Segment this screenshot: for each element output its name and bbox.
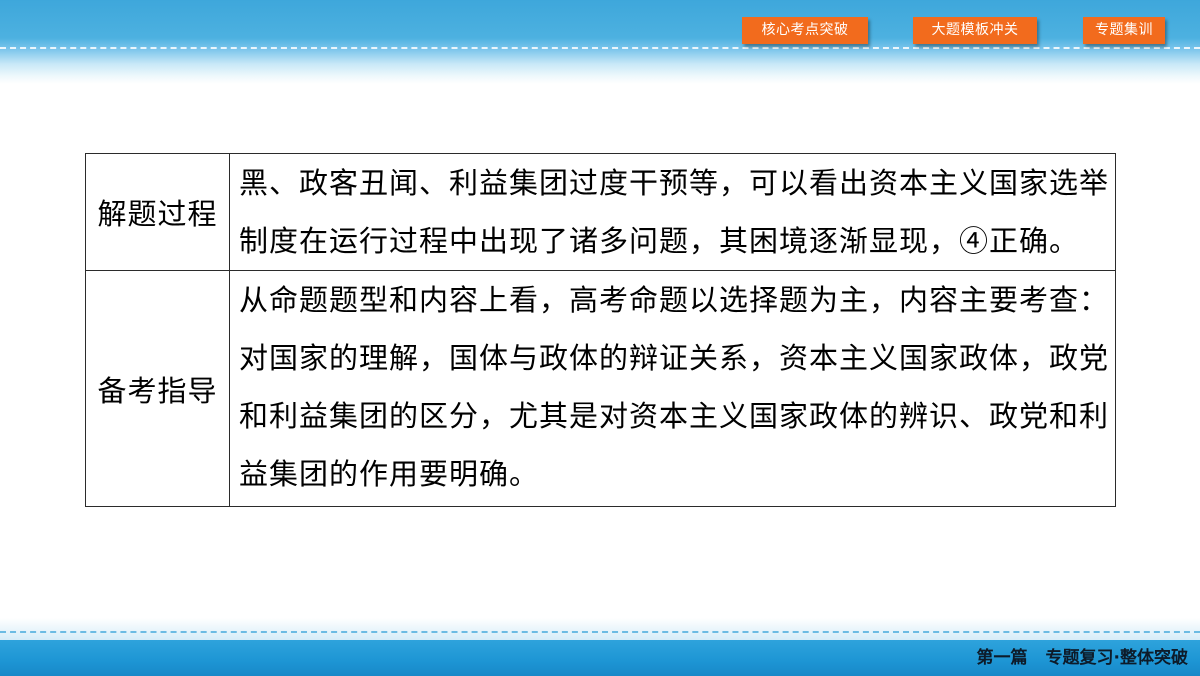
row-label-solution-process: 解题过程 bbox=[85, 153, 230, 271]
text-line: 对国家的理解，国体与政体的辩证关系，资本主义国家政体，政党 bbox=[239, 341, 1110, 375]
nav-button-topic-training[interactable]: 专题集训 bbox=[1083, 17, 1165, 44]
footer-dashed-line bbox=[0, 631, 1200, 633]
header-dashed-line bbox=[0, 47, 1200, 49]
row-text-solution-process: 黑、政客丑闻、利益集团过度干预等，可以看出资本主义国家选举 制度在运行过程中出现… bbox=[229, 153, 1116, 271]
text-line: 制度在运行过程中出现了诸多问题，其困境逐渐显现，④正确。 bbox=[239, 224, 1080, 258]
nav-button-template-drills[interactable]: 大题模板冲关 bbox=[913, 17, 1037, 44]
footer-fade bbox=[0, 618, 1200, 640]
row-text-exam-guidance: 从命题题型和内容上看，高考命题以选择题为主，内容主要考查： 对国家的理解，国体与… bbox=[229, 270, 1116, 507]
text-line: 黑、政客丑闻、利益集团过度干预等，可以看出资本主义国家选举 bbox=[239, 166, 1110, 200]
table-row: 解题过程 黑、政客丑闻、利益集团过度干预等，可以看出资本主义国家选举 制度在运行… bbox=[85, 153, 1116, 271]
footer-bar: 第一篇 专题复习·整体突破 bbox=[0, 640, 1200, 676]
text-line: 益集团的作用要明确。 bbox=[239, 457, 540, 491]
text-line: 和利益集团的区分，尤其是对资本主义国家政体的辨识、政党和利 bbox=[239, 399, 1110, 433]
nav-button-core-points[interactable]: 核心考点突破 bbox=[742, 17, 868, 44]
text-line: 从命题题型和内容上看，高考命题以选择题为主，内容主要考查： bbox=[239, 283, 1110, 317]
table-row: 备考指导 从命题题型和内容上看，高考命题以选择题为主，内容主要考查： 对国家的理… bbox=[85, 270, 1116, 507]
content-table: 解题过程 黑、政客丑闻、利益集团过度干预等，可以看出资本主义国家选举 制度在运行… bbox=[85, 153, 1116, 507]
footer-section-label: 第一篇 bbox=[976, 648, 1028, 668]
footer-title: 专题复习·整体突破 bbox=[1045, 648, 1188, 668]
row-label-exam-guidance: 备考指导 bbox=[85, 270, 230, 507]
